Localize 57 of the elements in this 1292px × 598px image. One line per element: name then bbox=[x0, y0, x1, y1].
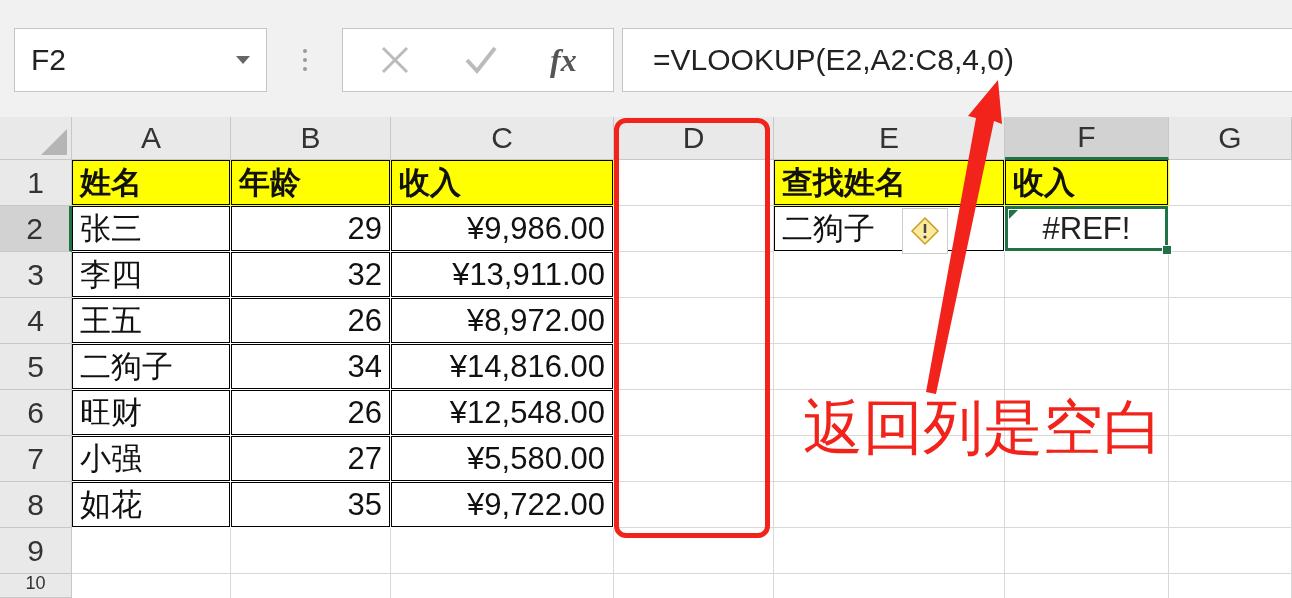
error-options-button[interactable] bbox=[902, 208, 948, 254]
formula-field[interactable]: =VLOOKUP(E2,A2:C8,4,0) bbox=[622, 28, 1292, 92]
column-header[interactable]: F bbox=[1005, 117, 1169, 160]
table-cell[interactable]: 35 bbox=[231, 482, 391, 528]
table-cell[interactable]: 小强 bbox=[72, 436, 231, 482]
table-cell[interactable]: 27 bbox=[231, 436, 391, 482]
column-header[interactable]: C bbox=[391, 117, 614, 160]
table-cell[interactable]: 34 bbox=[231, 344, 391, 390]
annotation-text: 返回列是空白 bbox=[803, 391, 1163, 464]
select-all-button[interactable] bbox=[0, 117, 72, 160]
column-header[interactable]: E bbox=[774, 117, 1005, 160]
row-header[interactable]: 4 bbox=[0, 298, 72, 344]
column-header[interactable]: A bbox=[72, 117, 231, 160]
header-cell[interactable]: 姓名 bbox=[72, 160, 231, 206]
row-header[interactable]: 2 bbox=[0, 206, 72, 252]
table-cell[interactable]: 王五 bbox=[72, 298, 231, 344]
fill-handle[interactable] bbox=[1162, 245, 1172, 255]
corner-triangle-icon bbox=[41, 129, 67, 155]
table-cell[interactable]: 32 bbox=[231, 252, 391, 298]
table-cell[interactable]: ¥9,986.00 bbox=[391, 206, 614, 252]
enter-check-icon[interactable] bbox=[463, 45, 498, 75]
table-cell[interactable]: ¥13,911.00 bbox=[391, 252, 614, 298]
header-cell[interactable]: 收入 bbox=[1005, 160, 1169, 206]
dropdown-caret-icon[interactable] bbox=[236, 56, 250, 64]
drag-handle-icon bbox=[301, 48, 308, 72]
table-cell[interactable]: 李四 bbox=[72, 252, 231, 298]
table-cell[interactable]: 张三 bbox=[72, 206, 231, 252]
active-cell[interactable]: #REF! bbox=[1005, 206, 1169, 252]
header-cell[interactable]: 年龄 bbox=[231, 160, 391, 206]
row-header[interactable]: 6 bbox=[0, 390, 72, 436]
table-cell[interactable]: 29 bbox=[231, 206, 391, 252]
column-header[interactable]: G bbox=[1169, 117, 1292, 160]
table-cell[interactable]: 26 bbox=[231, 298, 391, 344]
name-box[interactable]: F2 bbox=[14, 28, 267, 92]
table-cell[interactable]: 26 bbox=[231, 390, 391, 436]
column-header[interactable]: B bbox=[231, 117, 391, 160]
row-header[interactable]: 10 bbox=[0, 574, 72, 598]
table-cell[interactable]: ¥5,580.00 bbox=[391, 436, 614, 482]
table-cell[interactable]: 二狗子 bbox=[72, 344, 231, 390]
table-cell[interactable]: ¥14,816.00 bbox=[391, 344, 614, 390]
row-header[interactable]: 9 bbox=[0, 528, 72, 574]
table-cell[interactable]: ¥12,548.00 bbox=[391, 390, 614, 436]
table-cell[interactable]: 二狗子 bbox=[774, 206, 1005, 252]
table-cell[interactable]: 如花 bbox=[72, 482, 231, 528]
header-cell[interactable]: 收入 bbox=[391, 160, 614, 206]
table-cell[interactable]: 旺财 bbox=[72, 390, 231, 436]
error-marker-icon bbox=[1009, 210, 1018, 219]
insert-function-button[interactable]: fx bbox=[550, 41, 577, 79]
row-header[interactable]: 7 bbox=[0, 436, 72, 482]
row-header[interactable]: 3 bbox=[0, 252, 72, 298]
table-cell[interactable]: ¥8,972.00 bbox=[391, 298, 614, 344]
table-cell[interactable]: ¥9,722.00 bbox=[391, 482, 614, 528]
header-cell[interactable]: 查找姓名 bbox=[774, 160, 1005, 206]
warning-diamond-icon bbox=[910, 216, 940, 246]
row-header[interactable]: 5 bbox=[0, 344, 72, 390]
row-header[interactable]: 8 bbox=[0, 482, 72, 528]
row-header[interactable]: 1 bbox=[0, 160, 72, 206]
